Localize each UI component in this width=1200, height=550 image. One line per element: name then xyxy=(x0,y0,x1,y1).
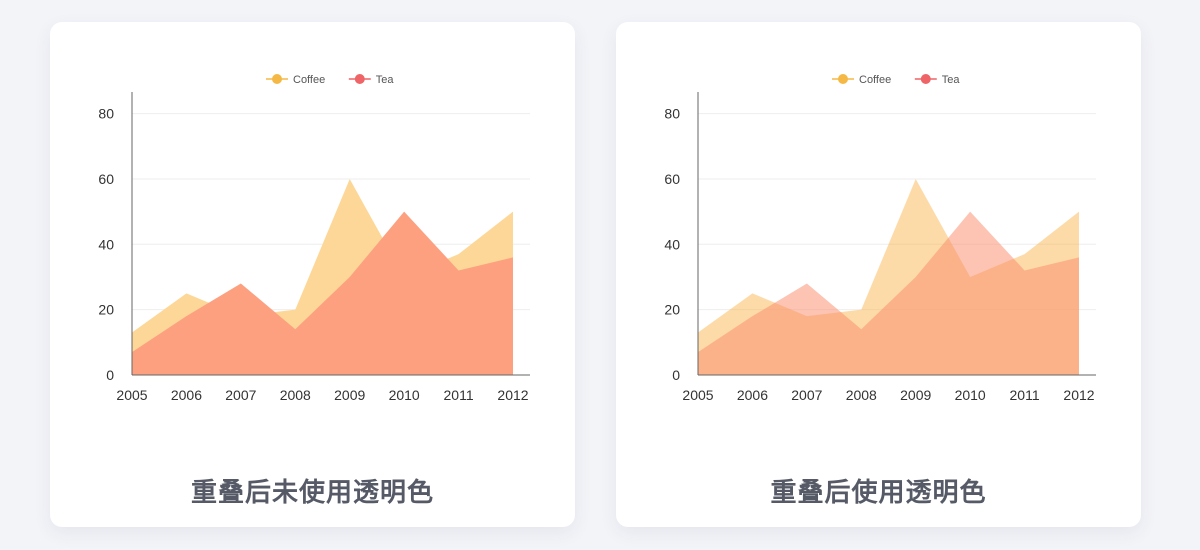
y-tick-label: 20 xyxy=(98,302,114,318)
legend-marker-coffee xyxy=(838,74,848,84)
x-tick-label: 2007 xyxy=(791,387,822,403)
y-tick-label: 60 xyxy=(98,171,114,187)
legend-marker-coffee xyxy=(272,74,282,84)
x-tick-label: 2008 xyxy=(280,387,311,403)
x-tick-label: 2009 xyxy=(334,387,365,403)
area-chart-left: 0 20 40 60 80 2005 2006 2007 2008 2009 2010 2011 201… xyxy=(98,74,530,403)
x-tick-label: 2006 xyxy=(171,387,202,403)
y-tick-label: 40 xyxy=(664,236,680,252)
x-tick-label: 2007 xyxy=(225,387,256,403)
chart-caption-right: 重叠后使用透明色 xyxy=(770,478,987,508)
y-tick-label: 40 xyxy=(98,236,114,252)
y-tick-label: 0 xyxy=(672,367,680,383)
x-tick-label: 2008 xyxy=(846,387,877,403)
x-tick-label: 2005 xyxy=(116,387,147,403)
y-tick-label: 80 xyxy=(664,106,680,122)
chart-caption-left: 重叠后未使用透明色 xyxy=(190,478,434,508)
legend-label-tea: Tea xyxy=(376,74,395,86)
x-tick-label: 2012 xyxy=(497,387,528,403)
x-tick-label: 2006 xyxy=(737,387,768,403)
y-tick-label: 20 xyxy=(664,302,680,318)
legend-marker-tea xyxy=(354,74,365,84)
area-chart-right: 0 20 40 60 80 2005 2006 2007 2008 2009 2010 2011 201… xyxy=(664,74,1096,403)
x-tick-label: 2005 xyxy=(682,387,713,403)
legend-label-coffee: Coffee xyxy=(293,74,325,86)
legend-label-coffee: Coffee xyxy=(859,74,891,86)
x-tick-label: 2012 xyxy=(1063,387,1094,403)
chart-card-left: 0 20 40 60 80 2005 2006 2007 2008 2009 2010 2011 201… xyxy=(50,22,575,527)
y-tick-label: 80 xyxy=(98,106,114,122)
y-tick-label: 60 xyxy=(664,171,680,187)
y-tick-label: 0 xyxy=(106,367,114,383)
x-tick-label: 2010 xyxy=(955,387,986,403)
x-tick-label: 2011 xyxy=(444,387,474,403)
legend-label-tea: Tea xyxy=(942,74,961,86)
legend-marker-tea xyxy=(920,74,931,84)
x-tick-label: 2009 xyxy=(900,387,931,403)
x-tick-label: 2011 xyxy=(1010,387,1040,403)
chart-card-right: 0 20 40 60 80 2005 2006 2007 2008 2009 2010 2011 201… xyxy=(616,22,1141,527)
x-tick-label: 2010 xyxy=(389,387,420,403)
